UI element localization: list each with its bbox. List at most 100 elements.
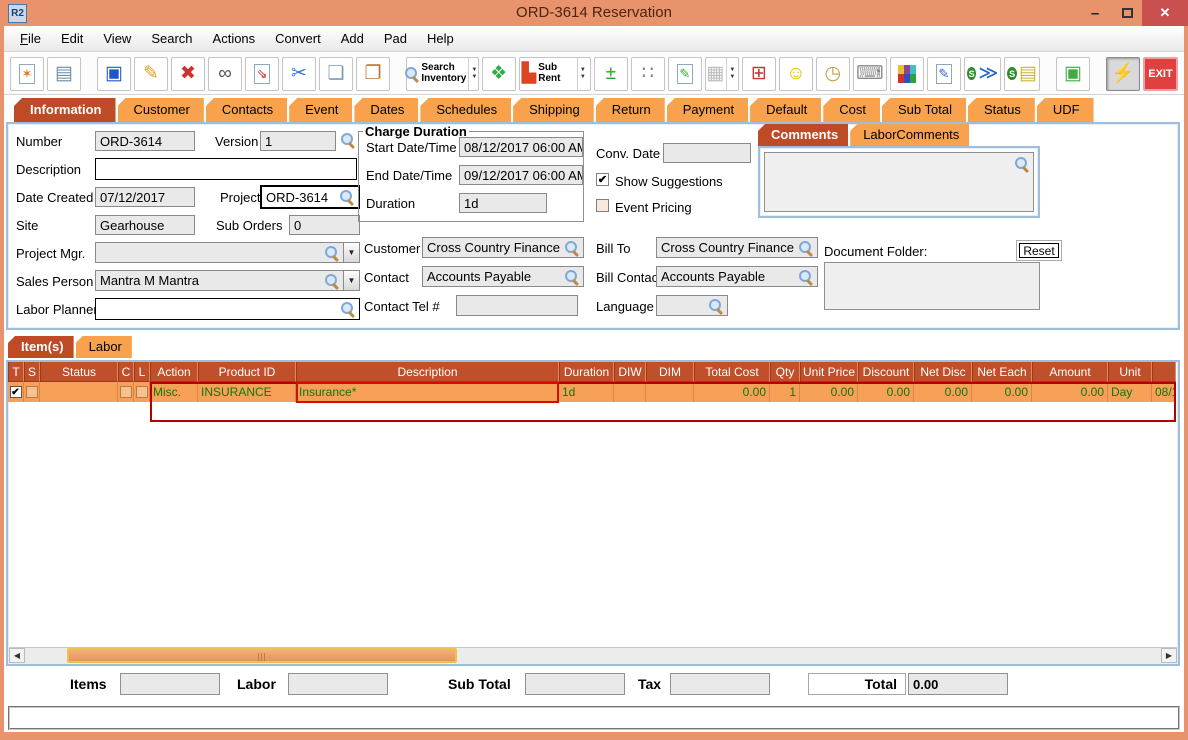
project-search-icon[interactable] — [340, 190, 354, 204]
language-field[interactable] — [656, 295, 728, 316]
table-row[interactable]: ✔ Misc. INSURANCE Insurance* 1d 0.00 1 0.00 0.00… — [8, 382, 1176, 402]
column-header-unit[interactable]: Unit — [1108, 362, 1152, 382]
cell-total-cost[interactable]: 0.00 — [694, 382, 770, 402]
menu-item-convert[interactable]: Convert — [265, 27, 331, 51]
bill-contact-search-icon[interactable] — [799, 269, 813, 284]
column-header-net-each[interactable]: Net Each — [972, 362, 1032, 382]
contact-field[interactable]: Accounts Payable — [422, 266, 584, 287]
tab-return[interactable]: Return — [595, 98, 665, 122]
row-checkbox[interactable] — [119, 386, 132, 398]
column-header-t[interactable]: T — [8, 362, 24, 382]
edit-pencil-button[interactable]: ✎ — [134, 56, 168, 91]
tab-default[interactable]: Default — [750, 98, 822, 122]
column-header-discount[interactable]: Discount — [858, 362, 914, 382]
menu-item-edit[interactable]: Edit — [51, 27, 93, 51]
truck-button[interactable]: ▣ — [1055, 56, 1090, 91]
labor-planner-input[interactable] — [95, 298, 360, 320]
save-button[interactable]: ▣ — [97, 56, 131, 91]
tab-status[interactable]: Status — [967, 98, 1035, 122]
cell-qty[interactable]: 1 — [770, 382, 800, 402]
column-header-s[interactable]: S — [24, 362, 40, 382]
calendar-disabled-button[interactable]: ▦ ▼ ▼ — [704, 56, 739, 91]
cell-action[interactable]: Misc. — [150, 382, 198, 402]
lightning-button[interactable]: ⚡ — [1105, 56, 1140, 91]
find-binoculars-button[interactable]: ∞ — [208, 56, 242, 91]
project-mgr-combo[interactable]: ▼ — [95, 242, 360, 263]
cell-unit[interactable]: Day — [1108, 382, 1152, 402]
cell-net-each[interactable]: 0.00 — [972, 382, 1032, 402]
group-question-button[interactable]: ∷ — [630, 56, 665, 91]
delete-button[interactable]: ✖ — [171, 56, 205, 91]
maximize-button[interactable] — [1112, 0, 1142, 26]
comments-search-icon[interactable] — [1015, 157, 1029, 171]
keyboard-send-button[interactable]: ⌨ — [852, 56, 887, 91]
copy-special-button[interactable]: ⇘ — [245, 56, 279, 91]
version-search-icon[interactable] — [341, 133, 355, 147]
cell-blank[interactable]: 08/1 — [1152, 382, 1176, 402]
comments-textarea[interactable] — [764, 152, 1034, 212]
project-input[interactable]: ORD-3614 — [260, 185, 360, 209]
menu-item-file[interactable]: File — [10, 27, 51, 51]
cell-l[interactable] — [134, 382, 150, 402]
close-button[interactable]: ✕ — [1142, 0, 1188, 26]
column-header-c[interactable]: C — [118, 362, 134, 382]
scrollbar-thumb[interactable] — [67, 648, 457, 663]
smiley-button[interactable]: ☺ — [778, 56, 813, 91]
customer-field[interactable]: Cross Country Finance — [422, 237, 584, 258]
cell-discount[interactable]: 0.00 — [858, 382, 914, 402]
column-header-product-id[interactable]: Product ID — [198, 362, 296, 382]
row-checkbox[interactable] — [25, 386, 38, 398]
folder-clock-button[interactable]: ◷ — [815, 56, 850, 91]
labor-planner-search-icon[interactable] — [341, 302, 355, 316]
column-header-duration[interactable]: Duration — [559, 362, 614, 382]
s-forward-button[interactable]: S ≫ — [963, 56, 1002, 91]
event-pricing-checkbox[interactable] — [596, 199, 609, 212]
cell-description[interactable]: Insurance* — [296, 382, 559, 402]
cell-unit-price[interactable]: 0.00 — [800, 382, 858, 402]
column-header-l[interactable]: L — [134, 362, 150, 382]
paste-clipboard-button[interactable]: ❐ — [356, 56, 390, 91]
project-mgr-search-icon[interactable] — [325, 245, 339, 260]
column-header-amount[interactable]: Amount — [1032, 362, 1108, 382]
column-header-blank[interactable] — [1152, 362, 1176, 382]
cell-s[interactable] — [24, 382, 40, 402]
column-header-qty[interactable]: Qty — [770, 362, 800, 382]
cell-t[interactable]: ✔ — [8, 382, 24, 402]
new-document-button[interactable]: ✶ — [10, 56, 44, 91]
print-button[interactable]: ▤ — [47, 56, 81, 91]
menu-item-pad[interactable]: Pad — [374, 27, 417, 51]
convert-3d-button[interactable]: ❖ — [481, 56, 516, 91]
column-header-description[interactable]: Description — [296, 362, 559, 382]
column-header-dim[interactable]: DIM — [646, 362, 694, 382]
column-header-unit-price[interactable]: Unit Price — [800, 362, 858, 382]
tab-payment[interactable]: Payment — [666, 98, 749, 122]
menu-item-view[interactable]: View — [93, 27, 141, 51]
title-bar[interactable]: R2 ORD-3614 Reservation – ✕ — [0, 0, 1188, 26]
reset-button[interactable]: Reset — [1016, 240, 1062, 261]
s-note-button[interactable]: S ▤ — [1004, 56, 1040, 91]
tab-schedules[interactable]: Schedules — [420, 98, 512, 122]
cell-duration[interactable]: 1d — [559, 382, 614, 402]
row-checkbox[interactable] — [135, 386, 148, 398]
scroll-left-button[interactable]: ◀ — [9, 648, 25, 663]
show-suggestions-checkbox[interactable]: ✔ — [596, 173, 609, 186]
sales-person-combo[interactable]: Mantra M Mantra ▼ — [95, 270, 360, 291]
sub-rent-dropdown-icon[interactable]: ▼ ▼ — [576, 57, 588, 90]
bill-to-search-icon[interactable] — [799, 240, 813, 255]
column-header-status[interactable]: Status — [40, 362, 118, 382]
tab-event[interactable]: Event — [289, 98, 353, 122]
cell-diw[interactable] — [614, 382, 646, 402]
menu-item-search[interactable]: Search — [141, 27, 202, 51]
cubes-button[interactable] — [889, 56, 924, 91]
column-header-net-disc[interactable]: Net Disc — [914, 362, 972, 382]
row-checkbox-checked[interactable]: ✔ — [9, 386, 22, 398]
tab-contacts[interactable]: Contacts — [205, 98, 288, 122]
tab-labor[interactable]: Labor — [75, 336, 132, 358]
note-edit-button[interactable]: ✎ — [926, 56, 961, 91]
cut-scissors-button[interactable]: ✂ — [282, 56, 316, 91]
tab-comments[interactable]: Comments — [758, 124, 849, 146]
description-input[interactable] — [95, 158, 357, 180]
tab-information[interactable]: Information — [14, 98, 116, 122]
contact-search-icon[interactable] — [565, 269, 579, 284]
tab-udf[interactable]: UDF — [1036, 98, 1094, 122]
